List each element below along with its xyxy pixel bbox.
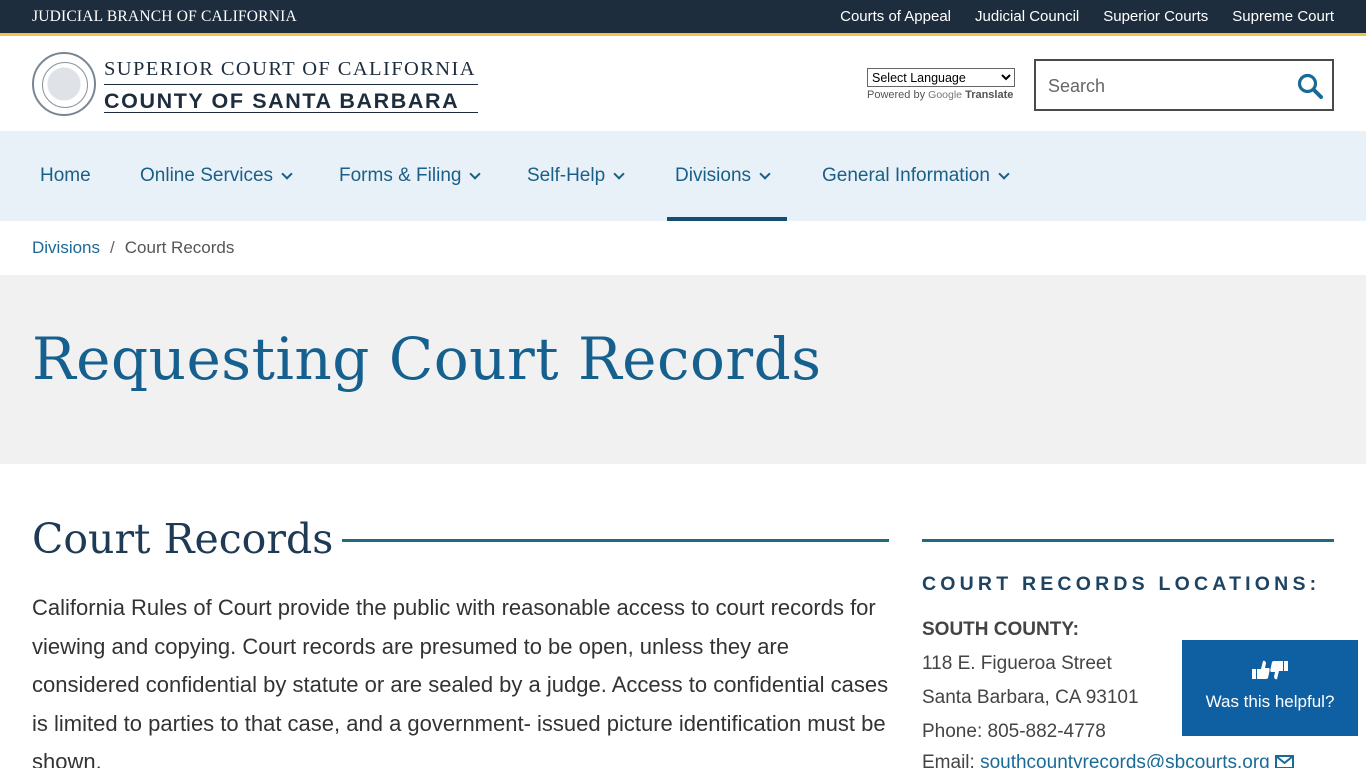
chevron-down-icon — [281, 167, 293, 180]
address-line-1: 118 E. Figueroa Street — [922, 653, 1112, 674]
body-paragraph: California Rules of Court provide the pu… — [32, 595, 889, 768]
google-translate-widget: Select Language Powered by Google Transl… — [867, 68, 1019, 101]
logo-county-name[interactable]: COUNTY OF SANTA BARBARA — [104, 89, 459, 114]
chevron-down-icon — [469, 167, 482, 180]
email-label: Email: — [922, 752, 975, 768]
nav-label: Self-Help — [527, 165, 606, 186]
nav-item-home[interactable]: Home — [40, 131, 91, 221]
nav-item-self-help[interactable]: Self-Help — [527, 131, 625, 221]
helpful-label: Was this helpful? — [1205, 692, 1335, 711]
logo-divider — [104, 84, 478, 85]
search-box — [1034, 59, 1334, 111]
nav-item-general-information[interactable]: General Information — [822, 131, 1010, 221]
nav-label: General Information — [822, 165, 990, 186]
search-input[interactable] — [1048, 73, 1278, 99]
language-select[interactable]: Select Language — [867, 68, 1015, 87]
email-link[interactable]: southcountyrecords@sbcourts.org — [980, 752, 1270, 768]
breadcrumb-separator: / — [110, 238, 115, 257]
section-divider — [342, 539, 889, 542]
search-icon[interactable] — [1296, 72, 1324, 100]
site-header: SUPERIOR COURT OF CALIFORNIA COUNTY OF S… — [0, 39, 1366, 131]
breadcrumb-divisions-link[interactable]: Divisions — [32, 238, 100, 258]
email-line: Email: southcountyrecords@sbcourts.org — [922, 752, 1295, 768]
logo-court-name[interactable]: SUPERIOR COURT OF CALIFORNIA — [104, 58, 476, 81]
nav-item-divisions[interactable]: Divisions — [666, 131, 788, 221]
nav-label: Online Services — [140, 165, 274, 186]
translate-label[interactable]: Translate — [965, 89, 1013, 101]
sidebar-divider — [922, 539, 1334, 542]
powered-by-google: Powered by Google Translate — [867, 89, 1019, 101]
judicial-branch-brand[interactable]: JUDICIAL BRANCH OF CALIFORNIA — [32, 8, 297, 26]
was-this-helpful-button[interactable]: Was this helpful? — [1182, 640, 1358, 736]
phone-line: Phone: 805-882-4778 — [922, 721, 1106, 742]
chevron-down-icon — [998, 167, 1010, 180]
nav-label: Home — [40, 165, 91, 186]
judicial-council-link[interactable]: Judicial Council — [975, 8, 1079, 25]
south-county-heading: SOUTH COUNTY: — [922, 619, 1079, 640]
nav-label: Divisions — [675, 165, 752, 186]
section-title: Court Records — [32, 515, 334, 563]
top-utility-bar: JUDICIAL BRANCH OF CALIFORNIA Courts of … — [0, 0, 1366, 36]
main-navigation: Home Online Services Forms & Filing Self… — [0, 131, 1366, 221]
breadcrumb-current: Court Records — [124, 238, 235, 257]
powered-by-label: Powered by — [867, 89, 926, 101]
court-seal-logo[interactable] — [32, 52, 96, 116]
supreme-court-link[interactable]: Supreme Court — [1232, 8, 1334, 25]
courts-of-appeal-link[interactable]: Courts of Appeal — [840, 8, 951, 25]
nav-label: Forms & Filing — [339, 165, 462, 186]
top-links: Courts of Appeal Judicial Council Superi… — [840, 8, 1334, 25]
page-hero: Requesting Court Records — [0, 275, 1366, 464]
page-title: Requesting Court Records — [32, 325, 822, 393]
address-line-2: Santa Barbara, CA 93101 — [922, 687, 1139, 708]
chevron-down-icon — [759, 167, 771, 180]
nav-item-online-services[interactable]: Online Services — [140, 131, 293, 221]
thumbs-up-down-icon — [1182, 658, 1358, 684]
breadcrumb: Divisions / Court Records — [32, 238, 234, 258]
logo-divider-bottom — [104, 112, 478, 113]
google-logo-text[interactable]: Google — [928, 89, 962, 101]
chevron-down-icon — [613, 167, 625, 180]
envelope-icon[interactable] — [1275, 752, 1295, 768]
superior-courts-link[interactable]: Superior Courts — [1103, 8, 1208, 25]
sidebar-title: COURT RECORDS LOCATIONS: — [922, 573, 1321, 595]
nav-item-forms-filing[interactable]: Forms & Filing — [339, 131, 482, 221]
